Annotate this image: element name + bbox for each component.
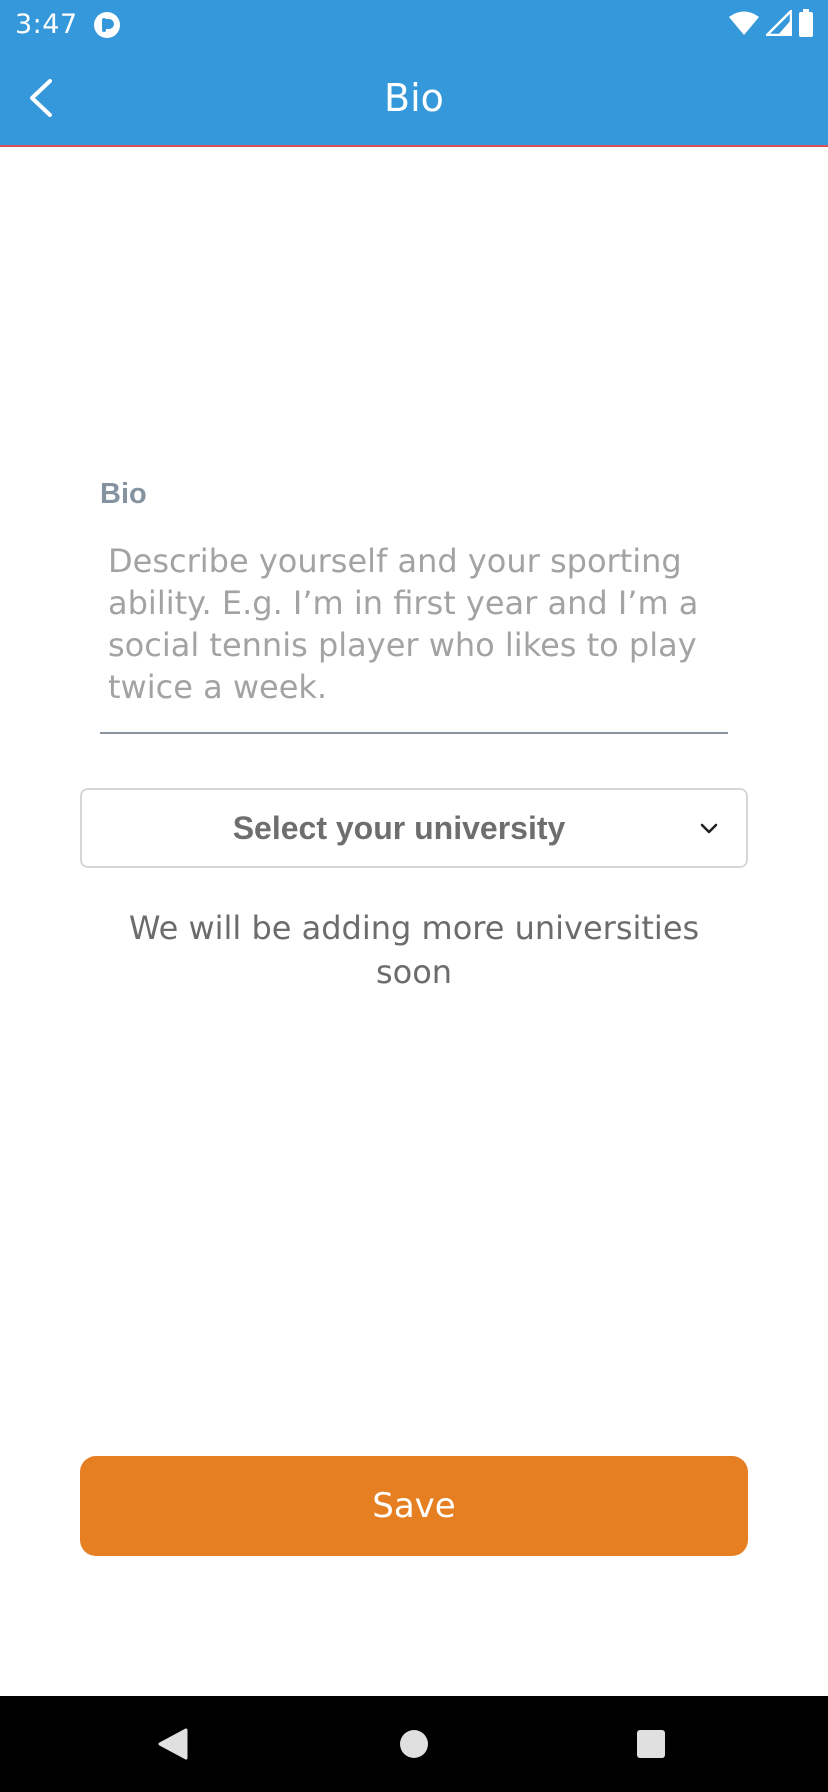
nav-back-button[interactable] <box>149 1720 197 1768</box>
recents-square-icon <box>637 1730 665 1758</box>
bio-label: Bio <box>100 478 147 510</box>
save-button[interactable]: Save <box>80 1456 748 1556</box>
bio-input[interactable] <box>100 540 728 734</box>
status-icons <box>728 7 814 42</box>
status-time: 3:47 <box>15 9 78 40</box>
university-select-value: Select your university <box>232 810 566 846</box>
cell-signal-icon <box>763 7 793 41</box>
status-bar: 3:47 <box>0 0 828 50</box>
battery-icon <box>798 8 814 42</box>
universities-note: We will be adding more universities soon <box>128 909 700 991</box>
home-circle-icon <box>400 1730 428 1758</box>
page-title: Bio <box>384 76 444 120</box>
back-triangle-icon <box>158 1728 188 1760</box>
app-bar: Bio <box>0 50 828 147</box>
university-select[interactable]: Select your university <box>80 788 748 868</box>
chevron-down-icon <box>700 823 718 834</box>
bio-screen: 3:47 Bio Bio Describe yourself and your … <box>0 0 828 1792</box>
app-notification-icon <box>93 11 121 39</box>
wifi-icon <box>728 10 760 41</box>
system-nav-bar <box>0 1696 828 1792</box>
nav-recents-button[interactable] <box>627 1720 675 1768</box>
nav-home-button[interactable] <box>390 1720 438 1768</box>
